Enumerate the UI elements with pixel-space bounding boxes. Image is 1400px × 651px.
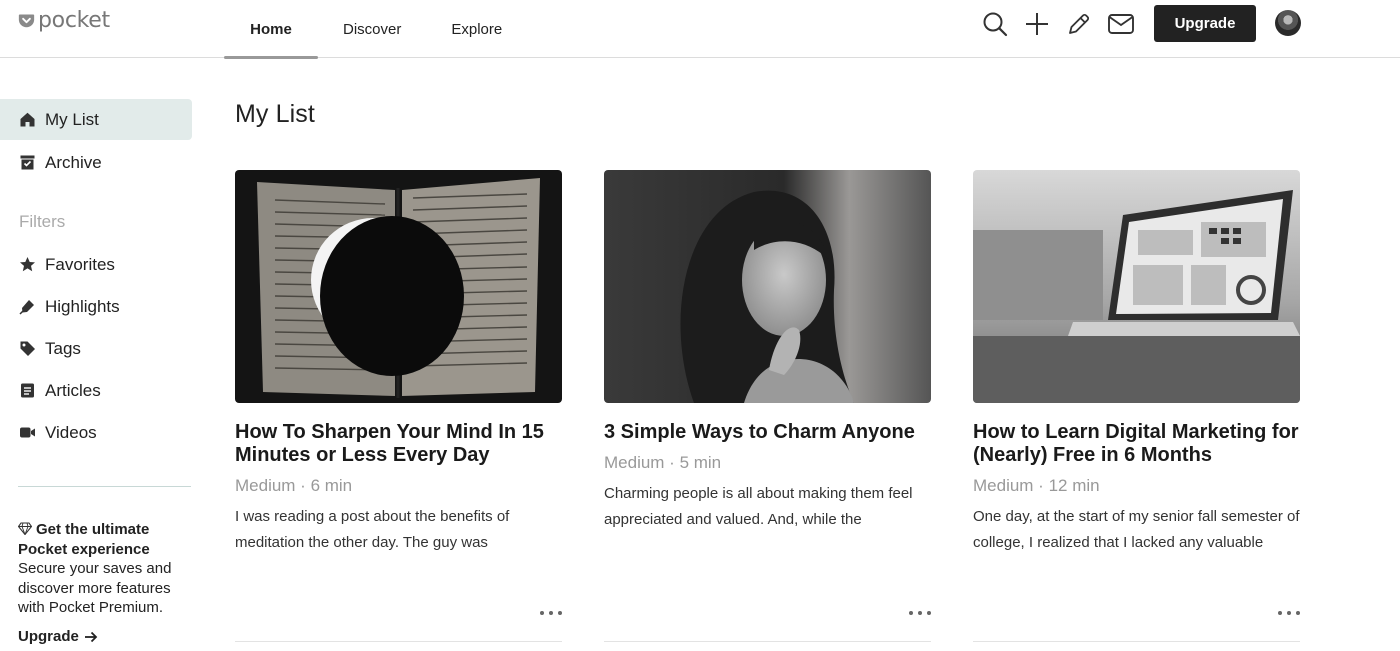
more-options-icon[interactable] [909,606,931,620]
logo-text: pocket [38,8,110,33]
sidebar-item-label: Highlights [45,296,120,316]
add-icon[interactable] [1022,9,1052,39]
article-card[interactable]: How To Sharpen Your Mind In 15 Minutes o… [235,170,562,642]
tab-explore[interactable]: Explore [426,0,527,58]
promo-upgrade-label: Upgrade [18,628,79,645]
avatar[interactable] [1275,10,1301,36]
sidebar-item-highlights[interactable]: Highlights [0,286,192,327]
card-divider [973,641,1300,642]
star-icon [19,256,36,273]
sidebar-item-favorites[interactable]: Favorites [0,244,192,285]
top-header: pocket Home Discover Explore Upgrade [0,0,1400,59]
home-icon [19,111,36,128]
article-meta: Medium · 5 min [604,453,722,472]
search-icon[interactable] [980,9,1010,39]
article-excerpt: I was reading a post about the benefits … [235,508,510,551]
sidebar-item-label: Tags [45,338,81,358]
video-icon [19,424,36,441]
promo-body: Secure your saves and discover more feat… [18,560,172,616]
sidebar-divider [18,486,191,487]
premium-promo: Get the ultimate Pocket experience Secur… [18,520,188,618]
card-divider [604,641,931,642]
sidebar-item-videos[interactable]: Videos [0,412,192,453]
promo-upgrade-link[interactable]: Upgrade [18,628,98,645]
article-meta: Medium · 12 min [973,476,1100,495]
pocket-logo-icon [18,14,35,28]
upgrade-button[interactable]: Upgrade [1154,5,1256,42]
page-title: My List [235,100,315,128]
mail-icon[interactable] [1106,9,1136,39]
article-card[interactable]: How to Learn Digital Marketing for (Near… [973,170,1300,642]
article-excerpt: One day, at the start of my senior fall … [973,508,1300,551]
sidebar-item-articles[interactable]: Articles [0,370,192,411]
pocket-logo[interactable]: pocket [18,8,110,33]
sidebar-item-my-list[interactable]: My List [0,99,192,140]
main-nav: Home Discover Explore [224,0,527,59]
diamond-icon [18,522,32,535]
arrow-right-icon [84,631,98,642]
sidebar-item-label: Favorites [45,254,115,274]
highlighter-icon [19,298,36,315]
more-options-icon[interactable] [1278,606,1300,620]
article-title[interactable]: How to Learn Digital Marketing for (Near… [973,421,1300,467]
promo-title-text: Get the ultimate Pocket experience [18,521,150,558]
article-title[interactable]: How To Sharpen Your Mind In 15 Minutes o… [235,421,562,467]
filters-heading: Filters [19,212,66,231]
more-options-icon[interactable] [540,606,562,620]
sidebar-item-label: Videos [45,422,97,442]
header-tools [980,9,1148,39]
article-icon [19,382,36,399]
sidebar-item-archive[interactable]: Archive [0,142,192,183]
tab-discover[interactable]: Discover [318,0,426,58]
article-thumbnail[interactable] [973,170,1300,403]
article-title[interactable]: 3 Simple Ways to Charm Anyone [604,421,931,444]
article-thumbnail[interactable] [604,170,931,403]
article-meta: Medium · 6 min [235,476,353,495]
pencil-icon[interactable] [1064,9,1094,39]
sidebar-item-label: Articles [45,380,101,400]
sidebar-item-label: Archive [45,152,102,172]
archive-icon [19,154,36,171]
card-divider [235,641,562,642]
tab-home[interactable]: Home [224,0,318,59]
article-card[interactable]: 3 Simple Ways to Charm Anyone Medium · 5… [604,170,931,642]
article-excerpt: Charming people is all about making them… [604,485,913,528]
promo-title: Get the ultimate Pocket experience [18,520,188,559]
sidebar-item-label: My List [45,109,99,129]
tag-icon [19,340,36,357]
sidebar-item-tags[interactable]: Tags [0,328,192,369]
article-thumbnail[interactable] [235,170,562,403]
